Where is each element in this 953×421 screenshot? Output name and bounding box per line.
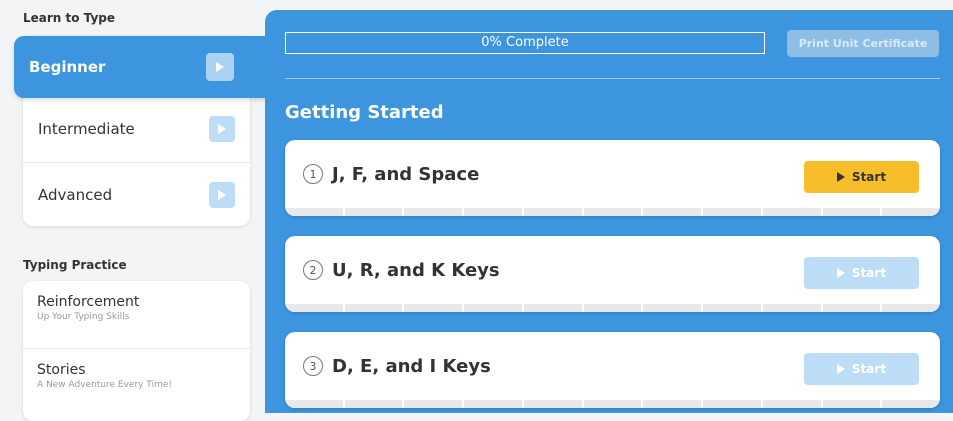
lesson-number: 1 bbox=[303, 164, 323, 184]
practice-card: Reinforcement Up Your Typing Skills Stor… bbox=[23, 281, 250, 421]
play-icon bbox=[836, 364, 845, 374]
lesson-progress-segments bbox=[285, 400, 940, 408]
lesson-number: 2 bbox=[303, 260, 323, 280]
progress-label: 0% Complete bbox=[481, 35, 569, 50]
divider bbox=[23, 162, 250, 163]
practice-section-title: Typing Practice bbox=[23, 258, 127, 272]
lesson-progress-segments bbox=[285, 208, 940, 216]
level-label: Beginner bbox=[29, 58, 106, 76]
lesson-title: U, R, and K Keys bbox=[332, 260, 500, 281]
play-arrow-icon bbox=[209, 116, 235, 142]
start-button[interactable]: Start bbox=[804, 161, 919, 193]
lesson-number: 3 bbox=[303, 356, 323, 376]
practice-subtitle: A New Adventure Every Time! bbox=[37, 380, 172, 390]
divider bbox=[23, 348, 250, 349]
play-icon bbox=[836, 172, 845, 182]
start-label: Start bbox=[851, 362, 887, 376]
lesson-card-1: 1 J, F, and Space Start bbox=[285, 140, 940, 216]
practice-title: Reinforcement bbox=[37, 294, 140, 310]
start-label: Start bbox=[851, 266, 887, 280]
progress-bar: 0% Complete bbox=[285, 32, 765, 54]
practice-stories[interactable]: Stories A New Adventure Every Time! bbox=[37, 362, 172, 390]
lesson-title: D, E, and I Keys bbox=[332, 356, 491, 377]
play-icon bbox=[836, 268, 845, 278]
start-button[interactable]: Start bbox=[804, 353, 919, 385]
practice-title: Stories bbox=[37, 362, 86, 378]
level-label: Advanced bbox=[38, 186, 113, 204]
level-intermediate[interactable]: Intermediate bbox=[23, 98, 250, 160]
lesson-progress-segments bbox=[285, 304, 940, 312]
play-arrow-icon bbox=[209, 182, 235, 208]
practice-reinforcement[interactable]: Reinforcement Up Your Typing Skills bbox=[37, 294, 139, 322]
lesson-card-2: 2 U, R, and K Keys Start bbox=[285, 236, 940, 312]
level-advanced[interactable]: Advanced bbox=[23, 164, 250, 226]
section-heading: Getting Started bbox=[285, 102, 444, 123]
print-certificate-button[interactable]: Print Unit Certificate bbox=[787, 30, 939, 57]
level-label: Intermediate bbox=[38, 120, 135, 138]
play-arrow-icon bbox=[206, 53, 234, 81]
lesson-title: J, F, and Space bbox=[332, 164, 480, 185]
lesson-card-3: 3 D, E, and I Keys Start bbox=[285, 332, 940, 408]
level-beginner[interactable]: Beginner bbox=[14, 36, 274, 98]
divider bbox=[285, 78, 940, 79]
sidebar: Learn to Type Intermediate Advanced Begi… bbox=[0, 0, 274, 421]
main-panel: 0% Complete Print Unit Certificate Getti… bbox=[265, 10, 953, 413]
practice-subtitle: Up Your Typing Skills bbox=[37, 312, 130, 322]
start-label: Start bbox=[851, 170, 887, 184]
start-button[interactable]: Start bbox=[804, 257, 919, 289]
learn-section-title: Learn to Type bbox=[23, 11, 115, 25]
